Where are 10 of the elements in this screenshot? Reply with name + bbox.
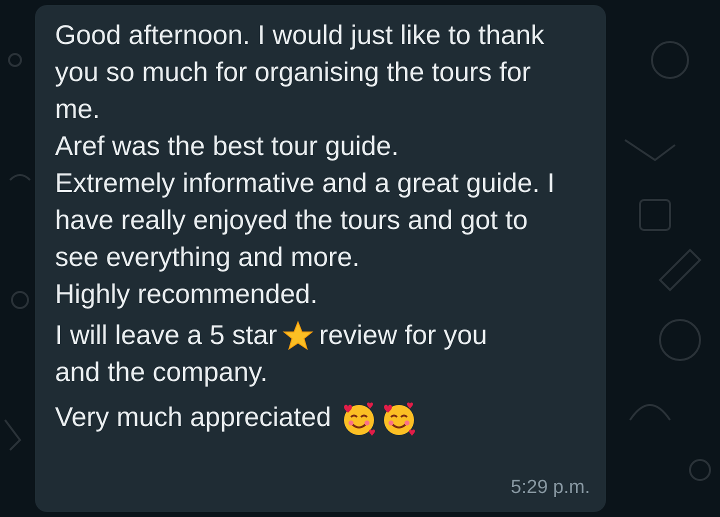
message-text: and the company. xyxy=(55,356,269,389)
message-text: review for you xyxy=(319,319,488,352)
message-text: Aref was the best tour guide. xyxy=(55,130,400,163)
message-text: Extremely informative and a great guide. I have really enjoyed the tours and got to see everything and more. xyxy=(55,167,556,274)
message-text: Good afternoon. I would just like to thank you so much for organising the tours for me. xyxy=(55,19,546,126)
message-time: 5:29 p.m. xyxy=(510,476,590,500)
message-text: Highly recommended. xyxy=(55,278,319,311)
star-icon xyxy=(281,318,316,352)
message-text: I will leave a 5 star xyxy=(55,319,278,352)
message-text: Very much appreciated xyxy=(55,402,332,432)
